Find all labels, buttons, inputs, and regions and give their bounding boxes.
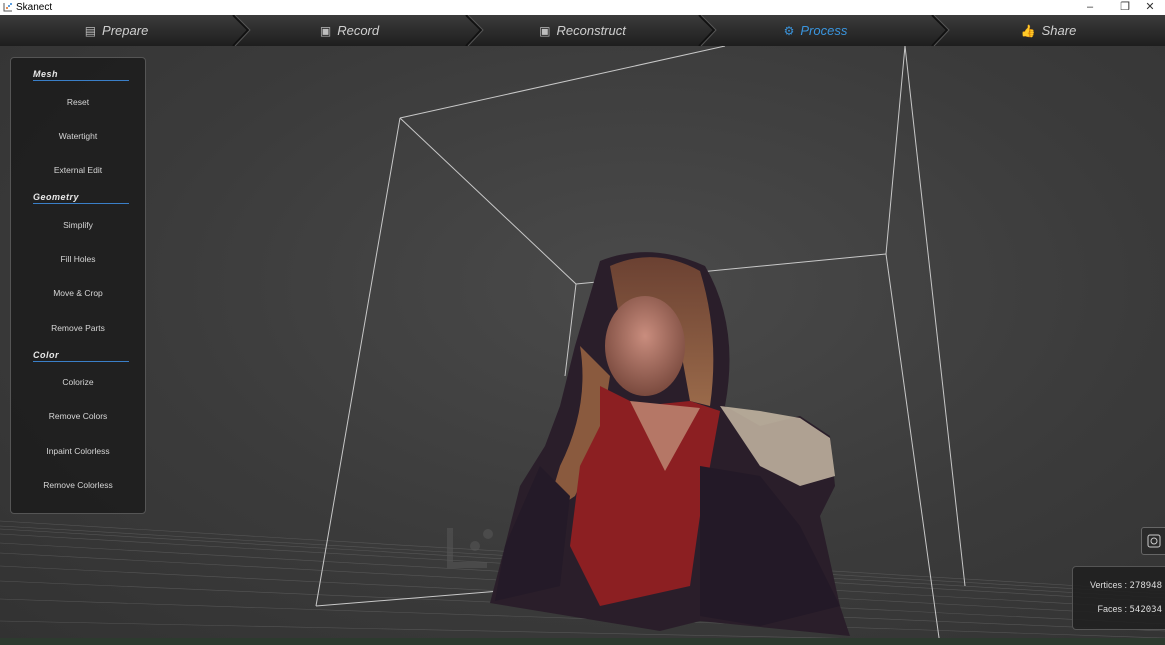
close-button[interactable]: ✕	[1135, 0, 1165, 15]
reset-view-icon	[1147, 534, 1161, 548]
process-panel: Mesh Reset Watertight External Edit Geom…	[10, 57, 146, 514]
vertices-label: Vertices :	[1089, 580, 1127, 590]
app-icon	[3, 3, 12, 12]
section-title-geometry: Geometry	[33, 192, 129, 204]
tab-separators	[232, 15, 950, 46]
vertices-stat: Vertices : 278948	[1090, 580, 1162, 591]
reset-button[interactable]: Reset	[11, 92, 145, 112]
fill-holes-button[interactable]: Fill Holes	[11, 249, 145, 269]
window-title: Skanect	[16, 2, 53, 13]
reset-view-button[interactable]	[1141, 527, 1165, 555]
scanned-model	[490, 252, 850, 636]
inpaint-colorless-button[interactable]: Inpaint Colorless	[11, 441, 145, 461]
minimize-button[interactable]: –	[1075, 0, 1105, 15]
simplify-button[interactable]: Simplify	[11, 215, 145, 235]
faces-label: Faces :	[1097, 604, 1127, 614]
colorize-button[interactable]: Colorize	[11, 372, 145, 392]
3d-viewport[interactable]	[0, 46, 1165, 645]
workflow-tabs: ▤ Prepare ▣ Record ▣ Reconstruct ⚙ Process 👍…	[0, 15, 1165, 47]
mesh-stats: Vertices : 278948 Faces : 542034	[1072, 566, 1165, 630]
watertight-button[interactable]: Watertight	[11, 126, 145, 146]
status-bar	[0, 638, 1165, 645]
scene-canvas	[0, 46, 1165, 645]
external-edit-button[interactable]: External Edit	[11, 160, 145, 180]
remove-parts-button[interactable]: Remove Parts	[11, 318, 145, 338]
vertices-value: 278948	[1129, 581, 1162, 591]
move-crop-button[interactable]: Move & Crop	[11, 283, 145, 303]
section-title-color: Color	[33, 350, 129, 362]
remove-colorless-button[interactable]: Remove Colorless	[11, 475, 145, 495]
title-bar: Skanect – ❐ ✕	[0, 0, 1165, 15]
remove-colors-button[interactable]: Remove Colors	[11, 406, 145, 426]
section-title-mesh: Mesh	[33, 69, 129, 81]
faces-value: 542034	[1129, 605, 1162, 615]
faces-stat: Faces : 542034	[1097, 604, 1162, 615]
